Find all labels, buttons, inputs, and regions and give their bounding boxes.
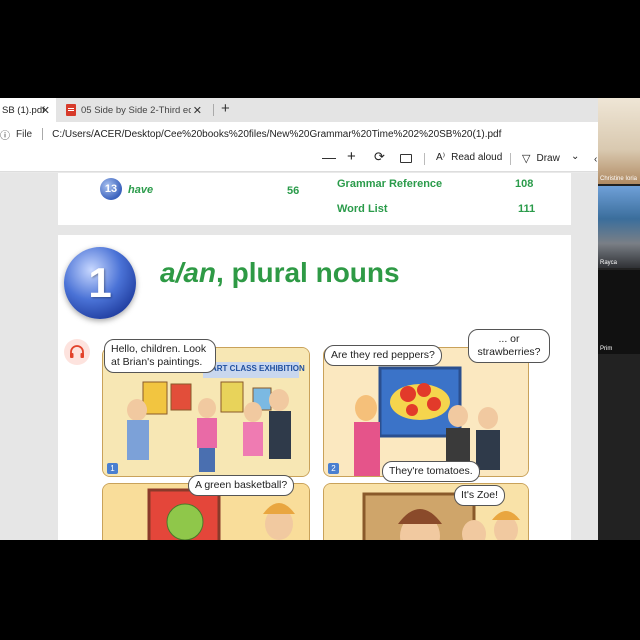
speech-bubble: ... or strawberries? [468,329,550,363]
zoom-out-button[interactable]: — [322,149,336,165]
chevron-left-icon[interactable]: ‹ [594,154,597,165]
divider [42,128,44,140]
ref-grammar-reference: Grammar Reference [337,178,443,190]
draw-icon: ▽ [522,153,531,165]
participant-name: Rayca [600,260,618,266]
participant-name: Christine Ioria [600,176,638,182]
ref-word-list: Word List [337,203,388,215]
unit-number: 1 [88,259,112,306]
speech-bubble: A green basketball? [188,475,295,496]
comic-panel-2: 2 [323,347,529,477]
panel-number: 2 [328,463,339,474]
pdf-page: 1 a/an, plural nouns ART CLASS EXHIBITIO… [58,235,571,540]
participant-video[interactable]: Christine Ioria [598,98,640,184]
divider [510,153,511,165]
exhibition-sign: ART CLASS EXHIBITION [211,364,305,373]
new-tab-button[interactable]: + [221,100,230,117]
unit-badge: 13 [100,178,122,200]
ref-page-number: 111 [518,203,536,215]
panel-number: 1 [107,463,118,474]
read-aloud-label: Read aloud [451,152,503,163]
close-tab-icon[interactable]: ✕ [193,104,202,117]
read-aloud-button[interactable]: A⁾ Read aloud [436,152,502,163]
tab-label: SB (1).pdf [2,104,45,116]
participant-video[interactable]: Rayca [598,186,640,268]
participant-video[interactable]: Prim [598,270,640,354]
ref-page-number: 108 [515,178,534,190]
speech-bubble: Hello, children. Look at Brian's paintin… [104,339,216,373]
rotate-icon[interactable]: ⟳ [374,149,385,165]
speech-bubble: It's Zoe! [454,485,506,506]
tab-separator [213,104,214,116]
speech-bubble: Are they red peppers? [324,345,442,366]
close-tab-icon[interactable]: ✕ [41,104,50,117]
pdf-file-icon [66,104,76,116]
scheme-label: File [16,128,33,140]
tab-side-by-side[interactable]: 05 Side by Side 2-Third edition ( ✕ [58,98,208,122]
url-text[interactable]: C:/Users/ACER/Desktop/Cee%20books%20file… [52,129,501,140]
participant-name: Prim [600,346,613,352]
title-part-a-an: a/an [160,257,217,288]
divider [424,153,425,165]
unit-page-number: 56 [287,185,300,197]
tab-sb-pdf[interactable]: SB (1).pdf ✕ [0,98,56,122]
title-part-plural: , plural nouns [216,257,400,288]
unit-name: have [128,184,154,196]
pdf-viewer[interactable]: 13 have 56 Grammar Reference 108 Word Li… [0,173,598,540]
video-call-sidebar: Christine Ioria Rayca Prim [598,98,640,540]
pdf-page-contents: 13 have 56 Grammar Reference 108 Word Li… [58,173,571,225]
browser-window: SB (1).pdf ✕ 05 Side by Side 2-Third edi… [0,98,640,540]
read-aloud-icon: A⁾ [436,152,446,163]
headphones-icon[interactable] [64,339,90,365]
zoom-in-button[interactable]: + [347,148,356,165]
info-icon[interactable]: ⓘ [0,127,10,142]
draw-button[interactable]: ▽ Draw [522,152,560,165]
fit-page-icon[interactable] [400,154,412,163]
address-bar[interactable]: ⓘ File C:/Users/ACER/Desktop/Cee%20books… [0,122,598,146]
pdf-toolbar: — + ⟳ A⁾ Read aloud ▽ Draw ⌄ [0,146,598,172]
lesson-title: a/an, plural nouns [160,257,400,289]
speech-bubble: They're tomatoes. [382,461,480,482]
comic-illustration-2 [324,348,528,476]
chevron-down-icon[interactable]: ⌄ [571,151,579,162]
tab-bar: SB (1).pdf ✕ 05 Side by Side 2-Third edi… [0,98,598,122]
tab-label: 05 Side by Side 2-Third edition ( [81,104,191,116]
draw-label: Draw [536,153,560,164]
